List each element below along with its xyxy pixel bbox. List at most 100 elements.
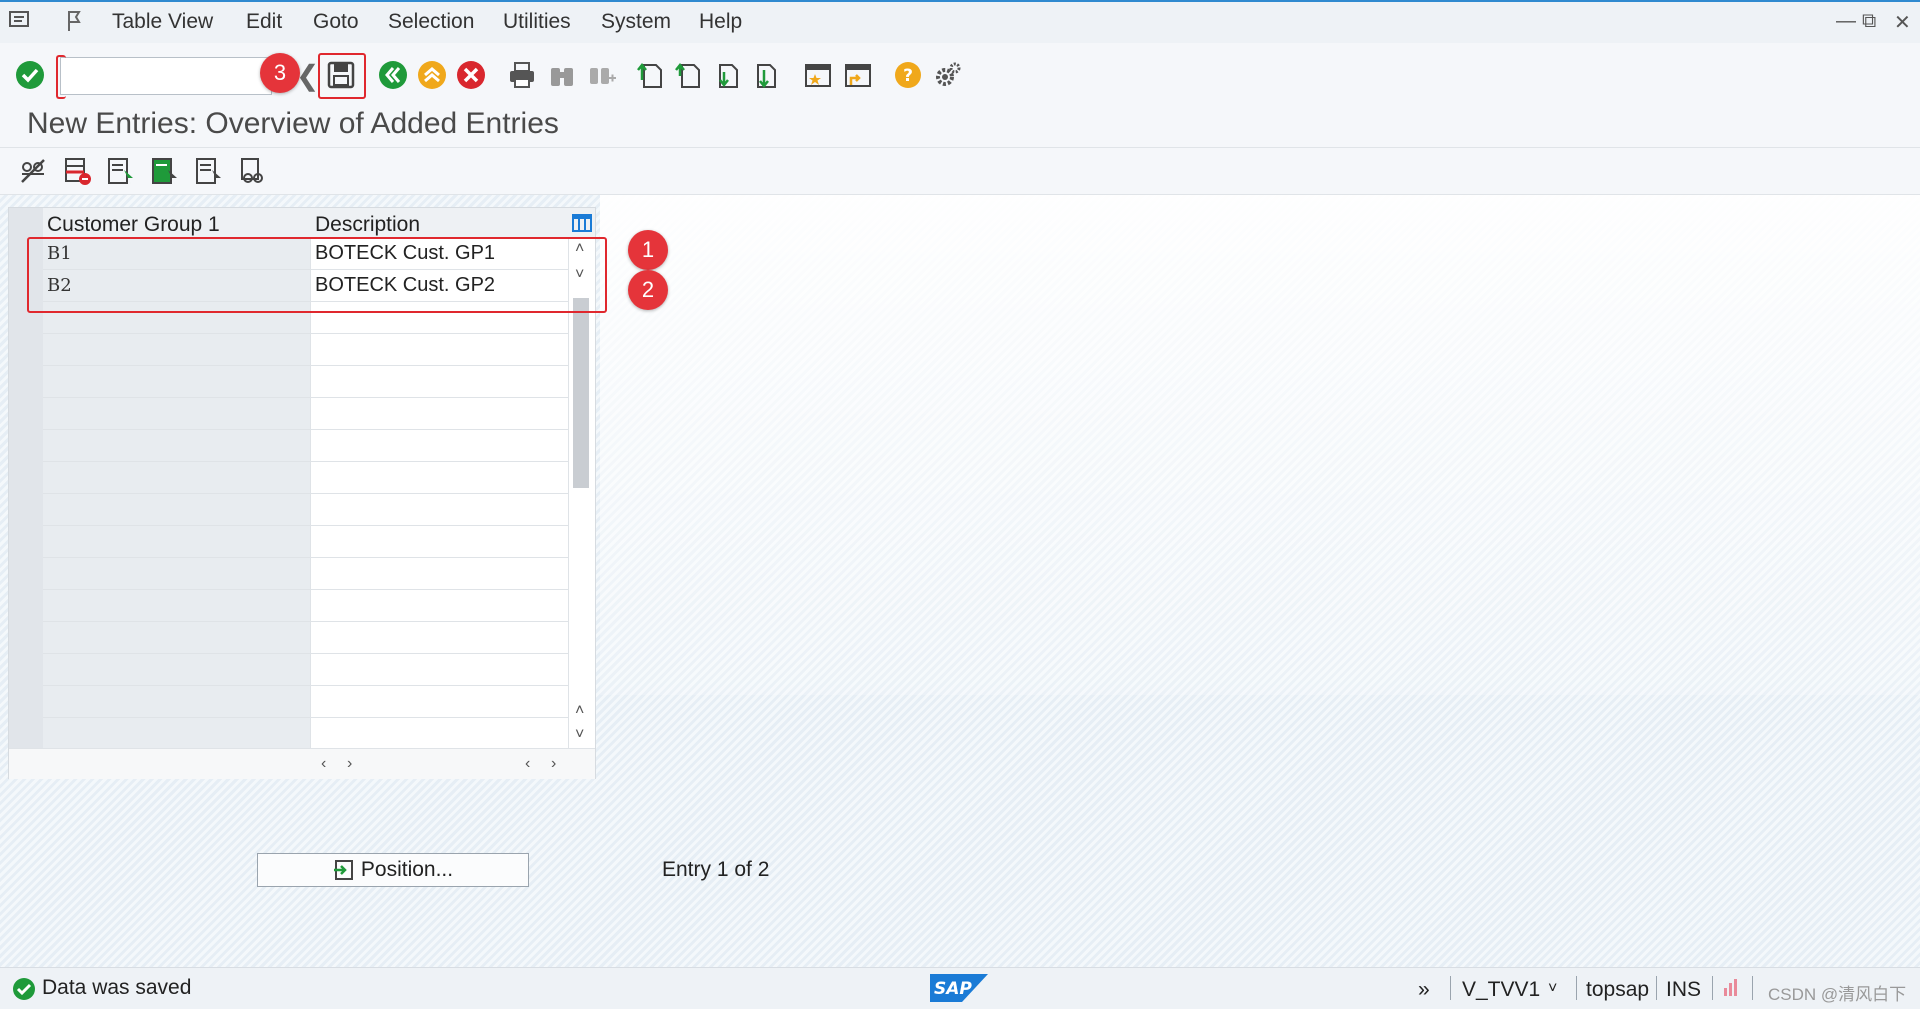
last-page-icon[interactable] — [749, 59, 781, 91]
expand-status-icon[interactable]: » — [1418, 978, 1430, 1002]
description-cell[interactable] — [311, 334, 569, 366]
customer-group-cell[interactable] — [43, 686, 311, 718]
first-page-icon[interactable] — [635, 59, 667, 91]
settings-icon[interactable] — [932, 59, 964, 91]
prev-page-icon[interactable] — [673, 59, 705, 91]
description-cell[interactable] — [311, 558, 569, 590]
description-cell[interactable] — [311, 718, 569, 750]
menu-goto[interactable]: Goto — [313, 10, 359, 34]
print-field-icon[interactable] — [238, 156, 268, 186]
check-icon[interactable] — [14, 59, 46, 91]
help-icon[interactable]: ? — [892, 59, 924, 91]
row-selector[interactable] — [9, 494, 43, 527]
status-message[interactable]: Data was saved — [42, 976, 191, 1000]
insert-mode[interactable]: INS — [1666, 978, 1701, 1002]
description-cell[interactable] — [311, 622, 569, 654]
chevron-down-icon[interactable]: ˅ — [1548, 980, 1557, 998]
row-selector[interactable] — [9, 718, 43, 751]
customer-group-cell[interactable] — [43, 462, 311, 494]
customer-group-cell[interactable] — [43, 334, 311, 366]
customer-group-cell[interactable] — [43, 622, 311, 654]
row-selector[interactable] — [9, 558, 43, 591]
vertical-scroll-thumb[interactable] — [573, 298, 589, 488]
scroll-left-icon[interactable]: ‹ — [321, 755, 326, 773]
customer-group-cell[interactable] — [43, 718, 311, 750]
position-button[interactable]: Position... — [257, 853, 529, 887]
description-cell[interactable] — [311, 462, 569, 494]
row-selector[interactable] — [9, 526, 43, 559]
next-page-icon[interactable] — [711, 59, 743, 91]
column-header-customer-group[interactable]: Customer Group 1 — [47, 213, 220, 237]
menu-icon[interactable] — [8, 9, 32, 36]
save-icon[interactable] — [325, 59, 357, 91]
row-selector[interactable] — [9, 398, 43, 431]
display-change-icon[interactable] — [18, 156, 48, 186]
menu-utilities[interactable]: Utilities — [503, 10, 571, 34]
row-selector[interactable] — [9, 366, 43, 399]
customer-group-cell[interactable] — [43, 590, 311, 622]
row-selector[interactable] — [9, 430, 43, 463]
customer-group-cell[interactable] — [43, 494, 311, 526]
menu-system[interactable]: System — [601, 10, 671, 34]
description-cell[interactable] — [311, 590, 569, 622]
find-next-icon[interactable] — [586, 59, 618, 91]
print-icon[interactable] — [506, 59, 538, 91]
menu-edit[interactable]: Edit — [246, 10, 282, 34]
entries-highlight-box — [27, 237, 607, 313]
description-cell[interactable] — [311, 430, 569, 462]
row-selector[interactable] — [9, 590, 43, 623]
success-icon — [12, 977, 36, 1006]
description-cell[interactable] — [311, 654, 569, 686]
delete-row-icon[interactable] — [62, 156, 92, 186]
menu-bar: Table View Edit Goto Selection Utilities… — [0, 0, 1920, 45]
customer-group-cell[interactable] — [43, 430, 311, 462]
transaction-code[interactable]: V_TVV1 — [1462, 978, 1540, 1002]
cancel-icon[interactable] — [455, 59, 487, 91]
customer-group-cell[interactable] — [43, 366, 311, 398]
new-session-icon[interactable] — [802, 59, 834, 91]
back-icon[interactable] — [377, 59, 409, 91]
minimize-icon[interactable]: — — [1836, 10, 1856, 33]
description-cell[interactable] — [311, 526, 569, 558]
row-selector[interactable] — [9, 686, 43, 719]
find-icon[interactable] — [546, 59, 578, 91]
column-header-description[interactable]: Description — [315, 213, 420, 237]
close-icon[interactable]: ✕ — [1894, 10, 1911, 35]
deselect-all-icon[interactable] — [194, 156, 224, 186]
status-separator — [1450, 976, 1451, 1000]
table-settings-icon[interactable] — [571, 212, 593, 239]
row-selector[interactable] — [9, 334, 43, 367]
menu-help[interactable]: Help — [699, 10, 742, 34]
status-separator — [1576, 976, 1577, 1000]
exit-icon[interactable] — [416, 59, 448, 91]
favorites-icon[interactable] — [64, 9, 86, 38]
customer-group-cell[interactable] — [43, 558, 311, 590]
shortcut-icon[interactable] — [842, 59, 874, 91]
description-cell[interactable] — [311, 398, 569, 430]
description-cell[interactable] — [311, 494, 569, 526]
status-separator — [1712, 976, 1713, 1000]
scroll-right-icon[interactable]: › — [551, 755, 556, 773]
customer-group-cell[interactable] — [43, 526, 311, 558]
select-block-icon[interactable] — [150, 156, 180, 186]
menu-selection[interactable]: Selection — [388, 10, 474, 34]
select-all-rows-cell[interactable] — [9, 208, 43, 239]
command-field[interactable] — [60, 57, 272, 95]
row-selector[interactable] — [9, 622, 43, 655]
status-separator — [1752, 976, 1753, 1000]
description-cell[interactable] — [311, 686, 569, 718]
description-cell[interactable] — [311, 366, 569, 398]
menu-table-view[interactable]: Table View — [112, 10, 213, 34]
restore-icon[interactable]: ⧉ — [1862, 10, 1876, 33]
customer-group-cell[interactable] — [43, 398, 311, 430]
scroll-up-icon[interactable]: ˄ — [575, 702, 584, 720]
scroll-down-icon[interactable]: ˅ — [575, 726, 584, 744]
row-selector[interactable] — [9, 654, 43, 687]
horizontal-scrollbar[interactable]: ‹ › ‹ › — [9, 748, 595, 779]
select-all-icon[interactable] — [106, 156, 136, 186]
row-selector[interactable] — [9, 462, 43, 495]
scroll-right-icon[interactable]: › — [347, 755, 352, 773]
annotation-bracket — [56, 55, 66, 99]
customer-group-cell[interactable] — [43, 654, 311, 686]
scroll-left-icon[interactable]: ‹ — [525, 755, 530, 773]
